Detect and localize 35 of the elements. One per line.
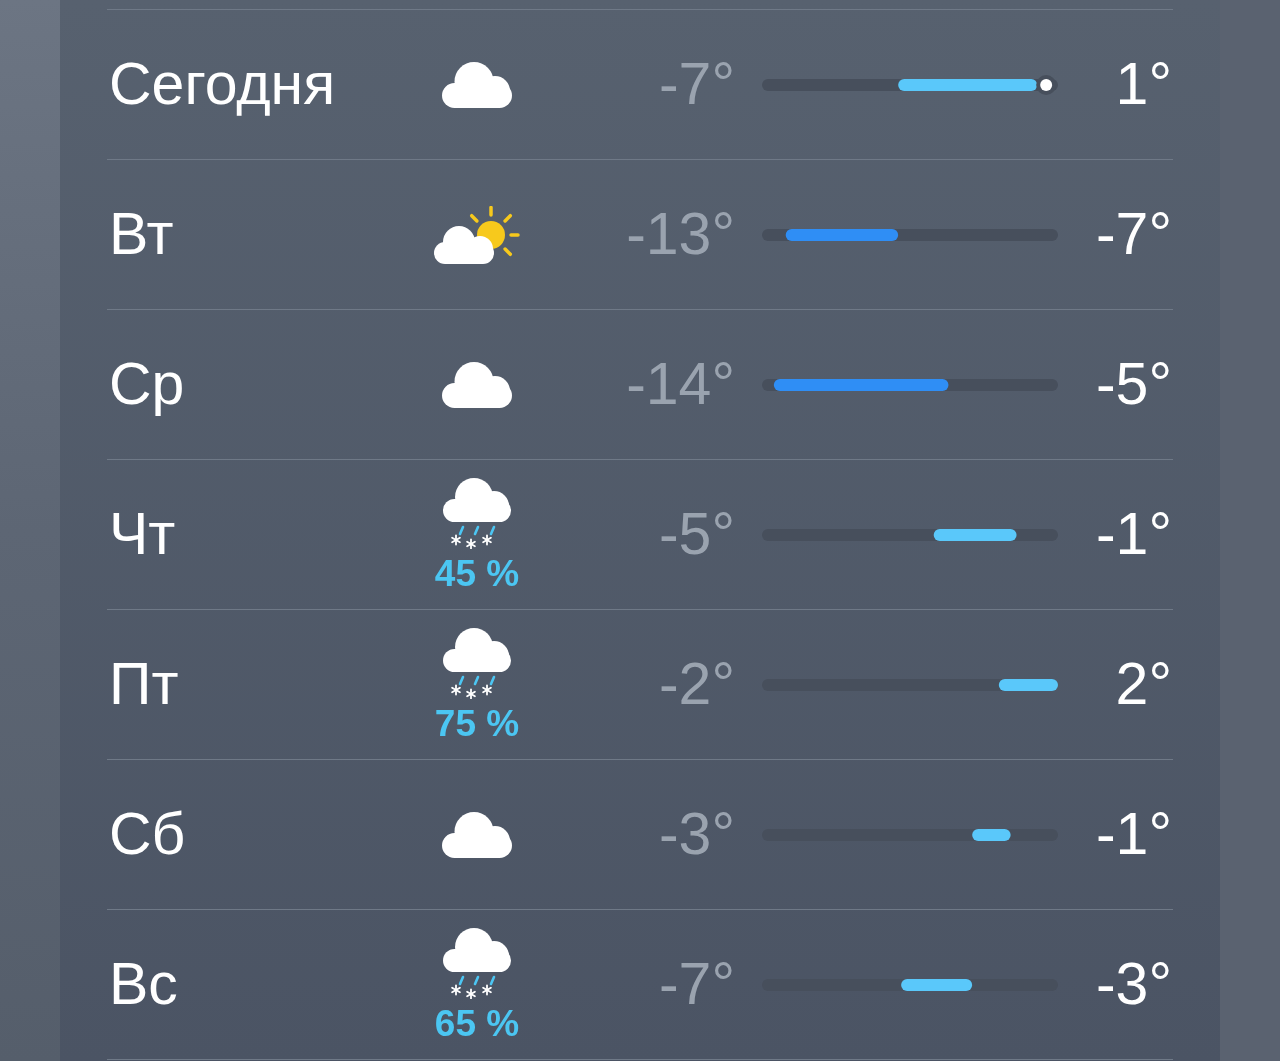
high-temperature: -7° [1095,205,1172,264]
low-temperature: -3° [658,805,735,864]
cloud-with-rain-and-snow-icon [443,927,511,999]
cloud-with-rain-and-snow-icon [443,477,511,549]
sun-behind-cloud-icon [434,205,520,264]
temperature-range-bar [901,978,973,991]
temperature-range-bar [972,828,1011,841]
day-label: Сб [109,801,186,867]
low-temperature: -5° [658,505,735,564]
low-temperature: -13° [626,205,735,264]
current-temperature-dot-icon [1036,74,1057,95]
day-label: Вт [109,201,174,267]
day-label: Ср [109,351,185,417]
day-label: Чт [109,501,176,567]
high-temperature: -5° [1095,355,1172,414]
precipitation-chance: 75 % [434,704,520,742]
cloud-icon [442,811,512,858]
precipitation-chance: 45 % [434,554,520,592]
low-temperature: -7° [658,955,735,1014]
high-temperature: 2° [1115,655,1172,714]
cloud-icon [442,361,512,408]
cloud-with-rain-and-snow-icon [443,627,511,699]
high-temperature: -3° [1095,955,1172,1014]
high-temperature: -1° [1095,505,1172,564]
cloud-icon [442,61,512,108]
day-label: Сегодня [109,51,336,117]
day-label: Пт [109,651,179,717]
precipitation-chance: 65 % [434,1004,520,1042]
low-temperature: -2° [658,655,735,714]
high-temperature: 1° [1115,55,1172,114]
high-temperature: -1° [1095,805,1172,864]
temperature-range-bar [998,678,1058,691]
day-label: Вс [109,951,178,1017]
low-temperature: -14° [626,355,735,414]
low-temperature: -7° [658,55,735,114]
